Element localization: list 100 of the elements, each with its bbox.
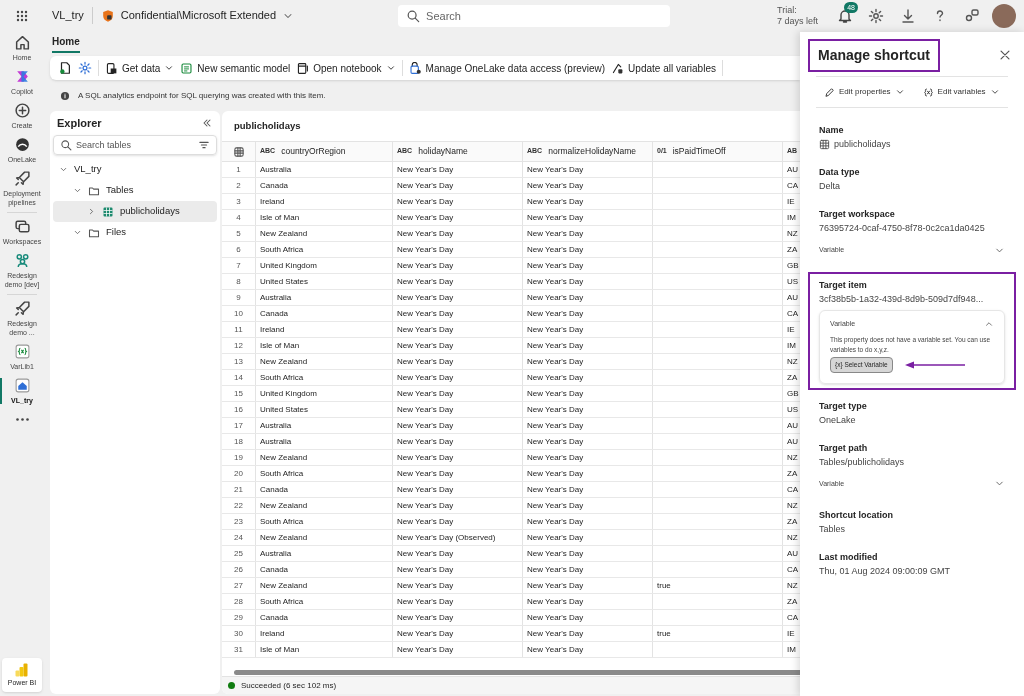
info-message: A SQL analytics endpoint for SQL querying was created with this item. <box>78 90 326 102</box>
document-icon <box>58 61 72 75</box>
row-number: 17 <box>222 418 256 433</box>
table-cell: IM <box>787 339 796 352</box>
table-cell: Canada <box>260 483 289 496</box>
settings-icon <box>868 7 884 24</box>
table-cell: Australia <box>260 435 292 448</box>
table-cell: New Year's Day <box>397 483 454 496</box>
panel-action-button[interactable]: Edit properties <box>824 86 905 98</box>
panel-action-button[interactable]: Edit variables <box>922 86 1000 98</box>
table-cell: New Year's Day <box>527 563 584 576</box>
column-header[interactable]: normalizeHolidayName <box>548 145 637 158</box>
table-cell: New Year's Day <box>397 339 454 352</box>
avatar[interactable] <box>992 3 1016 28</box>
toolbar-button[interactable]: Open notebook <box>296 60 396 76</box>
table-cell: New Year's Day <box>527 643 584 656</box>
column-header[interactable]: isPaidTimeOff <box>672 145 726 158</box>
field-label: Name <box>819 124 845 137</box>
table-cell: CA <box>787 179 799 192</box>
table-cell: New Year's Day <box>527 403 584 416</box>
column-header[interactable]: countryOrRegion <box>281 145 346 158</box>
row-number: 28 <box>222 594 256 609</box>
settings-icon <box>78 61 92 75</box>
row-number: 23 <box>222 514 256 529</box>
table-cell: Isle of Man <box>260 643 300 656</box>
row-number: 8 <box>222 274 256 289</box>
row-number: 14 <box>222 370 256 385</box>
home-icon <box>13 34 31 51</box>
tree-item[interactable]: Tables <box>53 180 217 201</box>
toolbar-button[interactable]: Get data <box>105 60 175 76</box>
collapse-button[interactable] <box>201 117 213 129</box>
table-cell: New Year's Day <box>527 307 584 320</box>
table-cell: United Kingdom <box>260 387 317 400</box>
horizontal-scrollbar[interactable] <box>234 669 800 675</box>
pencil-icon <box>824 86 835 98</box>
row-number: 19 <box>222 450 256 465</box>
table-cell: Australia <box>260 163 292 176</box>
settings-button[interactable] <box>78 61 92 75</box>
bar-chart-icon <box>14 661 30 678</box>
table-cell: ZA <box>787 243 798 256</box>
table-cell: United Kingdom <box>260 259 317 272</box>
explorer-title: Explorer <box>57 115 102 131</box>
row-number: 7 <box>222 258 256 273</box>
workspace-name[interactable]: VL_try <box>52 7 93 24</box>
variable-icon <box>13 343 31 360</box>
table-cell: New Zealand <box>260 451 308 464</box>
table-cell: Canada <box>260 307 289 320</box>
table-cell: Australia <box>260 419 292 432</box>
table-cell: true <box>657 579 671 592</box>
row-number: 25 <box>222 546 256 561</box>
arrow-annotation <box>904 360 965 369</box>
table-cell: New Year's Day <box>397 371 454 384</box>
row-number: 15 <box>222 386 256 401</box>
table-cell: New Year's Day <box>397 547 454 560</box>
notebook-icon <box>296 61 310 75</box>
table-cell: New Year's Day <box>527 467 584 480</box>
column-header[interactable]: holidayName <box>418 145 468 158</box>
home-tab[interactable]: Home <box>52 34 80 53</box>
chevron-right-icon <box>87 207 96 216</box>
table-cell: CA <box>787 611 799 624</box>
search-field[interactable]: Search tables <box>53 135 217 155</box>
table-cell: IE <box>787 323 795 336</box>
table-cell: New Year's Day <box>527 611 584 624</box>
success-status-icon <box>228 682 235 689</box>
download-icon <box>900 7 916 24</box>
field-label: Data type <box>819 166 861 179</box>
table-cell: New Year's Day <box>527 579 584 592</box>
tree-item[interactable]: publicholidays <box>53 201 217 222</box>
table-cell: New Year's Day <box>527 275 584 288</box>
new-item-button[interactable] <box>58 61 72 75</box>
row-number: 6 <box>222 242 256 257</box>
table-cell: CA <box>787 563 799 576</box>
field-label: Target type <box>819 399 868 413</box>
row-number: 24 <box>222 530 256 545</box>
table-cell: NZ <box>787 227 798 240</box>
field-value: 3cf38b5b-1a32-439d-8d9b-509d7df948... <box>819 293 984 306</box>
table-cell: Isle of Man <box>260 211 300 224</box>
field-value: Thu, 01 Aug 2024 09:00:09 GMT <box>819 564 951 578</box>
table-cell: Isle of Man <box>260 339 300 352</box>
search-input[interactable]: Search tables <box>76 136 194 154</box>
table-cell: Australia <box>260 547 292 560</box>
toolbar-button[interactable]: New semantic model <box>180 60 291 76</box>
table-cell: US <box>787 403 799 416</box>
table-cell: true <box>657 627 671 640</box>
toolbar-button[interactable]: Manage OneLake data access (preview) <box>408 60 606 76</box>
search-icon <box>60 139 72 151</box>
sensitivity-label[interactable]: Confidential\Microsoft Extended <box>100 7 295 24</box>
table-cell: ZA <box>787 515 798 528</box>
table-cell: Canada <box>260 179 289 192</box>
table-cell: New Year's Day <box>527 531 584 544</box>
tree-item[interactable]: Files <box>53 222 217 243</box>
tree-item[interactable]: VL_try <box>53 159 217 180</box>
close-button[interactable] <box>998 48 1012 62</box>
table-cell: South Africa <box>260 515 304 528</box>
table-cell: South Africa <box>260 595 304 608</box>
toolbar-button[interactable]: Update all variables <box>611 60 716 76</box>
chevron-down-icon <box>73 228 82 237</box>
table-cell: New Year's Day <box>397 499 454 512</box>
row-number: 3 <box>222 194 256 209</box>
row-number: 9 <box>222 290 256 305</box>
